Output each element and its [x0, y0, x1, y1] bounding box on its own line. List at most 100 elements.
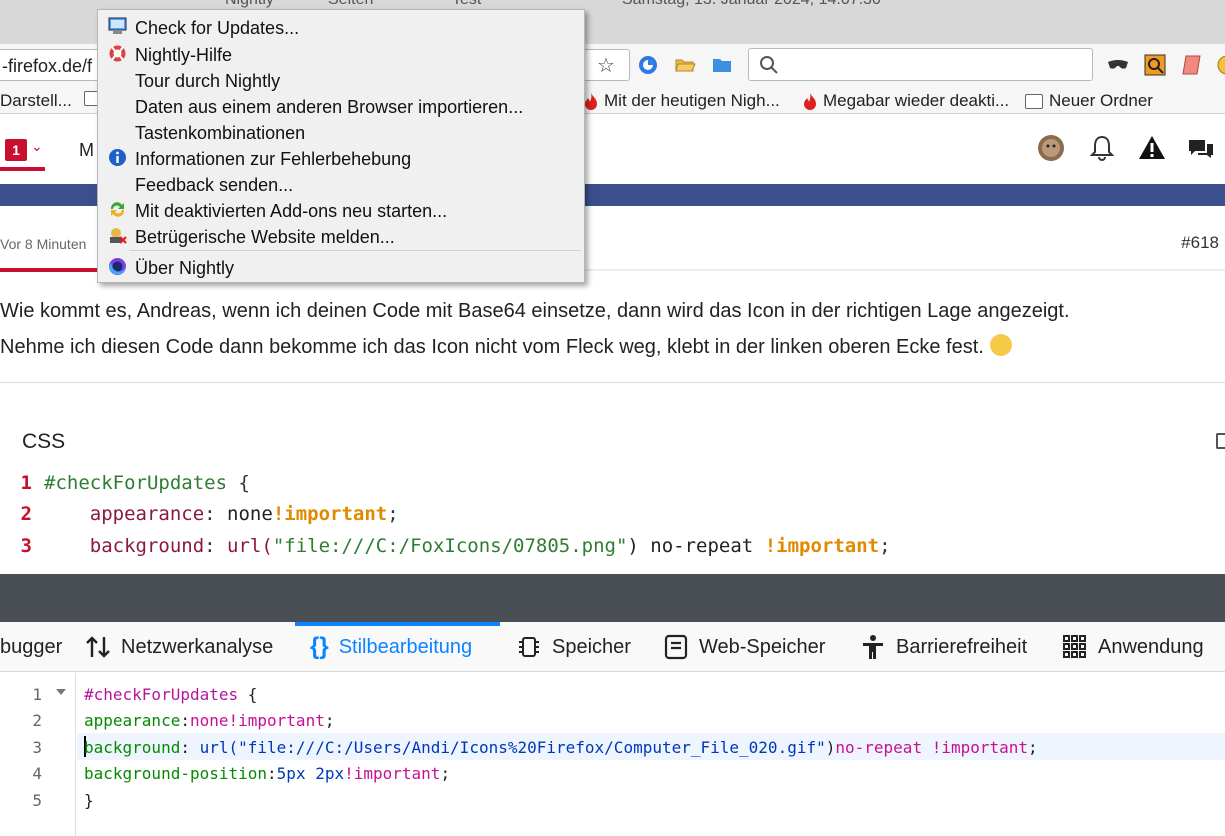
user-avatar[interactable] — [1037, 134, 1065, 162]
bookmark-item[interactable]: Mit der heutigen Nigh... — [584, 91, 780, 111]
code-line: 2 appearance: none!important; — [20, 503, 399, 525]
computer-update-icon — [108, 17, 127, 34]
style-editor[interactable]: 1 2 3 4 5 #checkForUpdates { appearance:… — [0, 673, 1225, 836]
tab-accessibility[interactable]: Barrierefreiheit — [860, 622, 1027, 672]
tab-label: Stilbearbeitung — [338, 635, 473, 658]
titlebar-text-1: Nightly — [225, 0, 274, 9]
post-separator — [0, 382, 1225, 383]
editor-line[interactable]: background-position:5px 2px!important; — [84, 764, 450, 783]
editor-line[interactable]: appearance:none!important; — [84, 711, 334, 730]
tab-debugger[interactable]: bugger — [0, 622, 62, 672]
post-text-line: Nehme ich diesen Code dann bekomme ich d… — [0, 334, 1012, 359]
line-number: 4 — [32, 764, 42, 783]
screenshot-magnifier-icon[interactable] — [1144, 54, 1166, 76]
line-number: 2 — [32, 711, 42, 730]
tab-memory[interactable]: Speicher — [516, 622, 631, 672]
tab-web-storage[interactable]: Web-Speicher — [663, 622, 825, 672]
bookmark-star-icon[interactable]: ☆ — [597, 53, 615, 78]
bookmark-item[interactable]: Darstell... — [0, 91, 72, 111]
bookmark-label: Darstell... — [0, 91, 72, 110]
chevron-down-icon[interactable]: ⌄ — [31, 138, 43, 155]
bookmark-label: Mit der heutigen Nigh... — [604, 91, 780, 110]
menu-item-about[interactable]: Über Nightly — [98, 254, 584, 280]
line-number: 3 — [32, 738, 42, 757]
menu-item-troubleshooting[interactable]: Informationen zur Fehlerbehebung — [98, 145, 584, 171]
editor-line[interactable]: background: url("file:///C:/Users/Andi/I… — [84, 738, 1038, 757]
tab-label: Speicher — [552, 635, 631, 658]
post-number[interactable]: #618 — [1181, 233, 1219, 253]
tab-application[interactable]: Anwendung — [1062, 622, 1204, 672]
menu-item-check-updates[interactable]: Check for Updates... — [98, 14, 584, 40]
warning-icon[interactable] — [1138, 134, 1166, 162]
bookmark-label: Neuer Ordner — [1049, 91, 1153, 110]
line-number: 5 — [32, 791, 42, 810]
extension-face-icon[interactable] — [1216, 54, 1225, 76]
search-icon — [760, 56, 778, 74]
post-text-line: Wie kommt es, Andreas, wenn ich deinen C… — [0, 300, 1070, 322]
restart-arrows-icon — [110, 202, 125, 217]
accessibility-icon — [863, 635, 883, 659]
firefox-account-icon[interactable] — [637, 54, 659, 76]
menu-item-tour[interactable]: Tour durch Nightly — [98, 67, 584, 93]
thinking-emoji-icon — [989, 334, 1012, 356]
app-grid-icon — [1063, 635, 1086, 658]
code-line: 3 background: url("file:///C:/FoxIcons/0… — [20, 535, 891, 557]
open-folder-icon[interactable] — [674, 54, 696, 76]
scroll-note-icon[interactable] — [1181, 54, 1203, 76]
tab-label: Barrierefreiheit — [896, 635, 1028, 658]
menu-item-import-data[interactable]: Daten aus einem anderen Browser importie… — [98, 93, 584, 119]
conversations-icon[interactable] — [1187, 134, 1215, 162]
report-fraud-icon — [110, 228, 127, 244]
forum-menu-item[interactable]: M — [79, 140, 94, 161]
flame-icon — [585, 92, 597, 110]
code-block-label: CSS — [22, 430, 66, 453]
private-mask-icon[interactable] — [1107, 54, 1129, 76]
menu-item-feedback[interactable]: Feedback senden... — [98, 171, 584, 197]
tab-label: bugger — [0, 635, 63, 658]
bell-icon[interactable] — [1088, 134, 1116, 162]
search-bar[interactable] — [748, 48, 1093, 81]
editor-line[interactable]: #checkForUpdates { — [84, 685, 257, 704]
flame-icon — [804, 92, 816, 110]
line-number: 1 — [32, 685, 42, 704]
code-line: 1 #checkForUpdates { — [20, 472, 250, 494]
devtools-top-bar — [0, 574, 1225, 622]
post-divider-accent — [0, 268, 99, 272]
menu-item-shortcuts[interactable]: Tastenkombinationen — [98, 119, 584, 145]
info-icon — [109, 149, 126, 166]
blue-folder-icon[interactable] — [711, 54, 733, 76]
memory-chip-icon — [519, 637, 539, 657]
folder-icon — [1025, 93, 1043, 109]
bookmark-folder[interactable]: Neuer Ordner — [1025, 91, 1153, 111]
bookmark-item[interactable]: Megabar wieder deakti... — [803, 91, 1009, 111]
titlebar-text-3: Test — [452, 0, 481, 9]
selected-tab-indicator — [295, 622, 500, 626]
post-timestamp[interactable]: Vor 8 Minuten — [0, 236, 86, 252]
network-arrows-icon — [86, 636, 110, 658]
help-lifebuoy-icon — [109, 45, 126, 62]
bookmark-label: Megabar wieder deakti... — [823, 91, 1010, 110]
tab-network[interactable]: Netzwerkanalyse — [85, 622, 273, 672]
tab-style-editor[interactable]: {} Stilbearbeitung — [310, 622, 472, 672]
titlebar-text-4: Samstag, 13. Januar 2024, 14:07:30 — [622, 0, 881, 9]
editor-line[interactable]: } — [84, 791, 94, 810]
post-text-content: Nehme ich diesen Code dann bekomme ich d… — [0, 336, 984, 358]
nightly-logo-icon — [109, 258, 126, 275]
storage-icon — [664, 634, 688, 660]
editor-gutter: 1 2 3 4 5 — [0, 673, 76, 836]
tab-label: Web-Speicher — [699, 635, 826, 658]
menu-item-help[interactable]: Nightly-Hilfe — [98, 41, 584, 67]
titlebar-text-2: Seiten — [328, 0, 373, 9]
menu-item-restart-addons-disabled[interactable]: Mit deaktivierten Add-ons neu starten... — [98, 197, 584, 223]
menu-item-report-deceptive-site[interactable]: Betrügerische Website melden... — [98, 223, 584, 249]
notification-badge[interactable]: 1 — [5, 139, 27, 161]
url-text[interactable]: -firefox.de/f — [2, 56, 92, 77]
tab-label: Netzwerkanalyse — [121, 635, 274, 658]
copy-code-icon[interactable] — [1216, 433, 1225, 449]
devtools-tab-bar: bugger Netzwerkanalyse {} Stilbearbeitun… — [0, 622, 1225, 672]
tab-label: Anwendung — [1098, 635, 1204, 658]
fold-arrow-icon[interactable] — [56, 689, 66, 695]
menu-separator — [129, 250, 581, 251]
braces-icon: {} — [310, 633, 329, 660]
help-menu: Check for Updates... Nightly-Hilfe Tour … — [97, 9, 585, 283]
